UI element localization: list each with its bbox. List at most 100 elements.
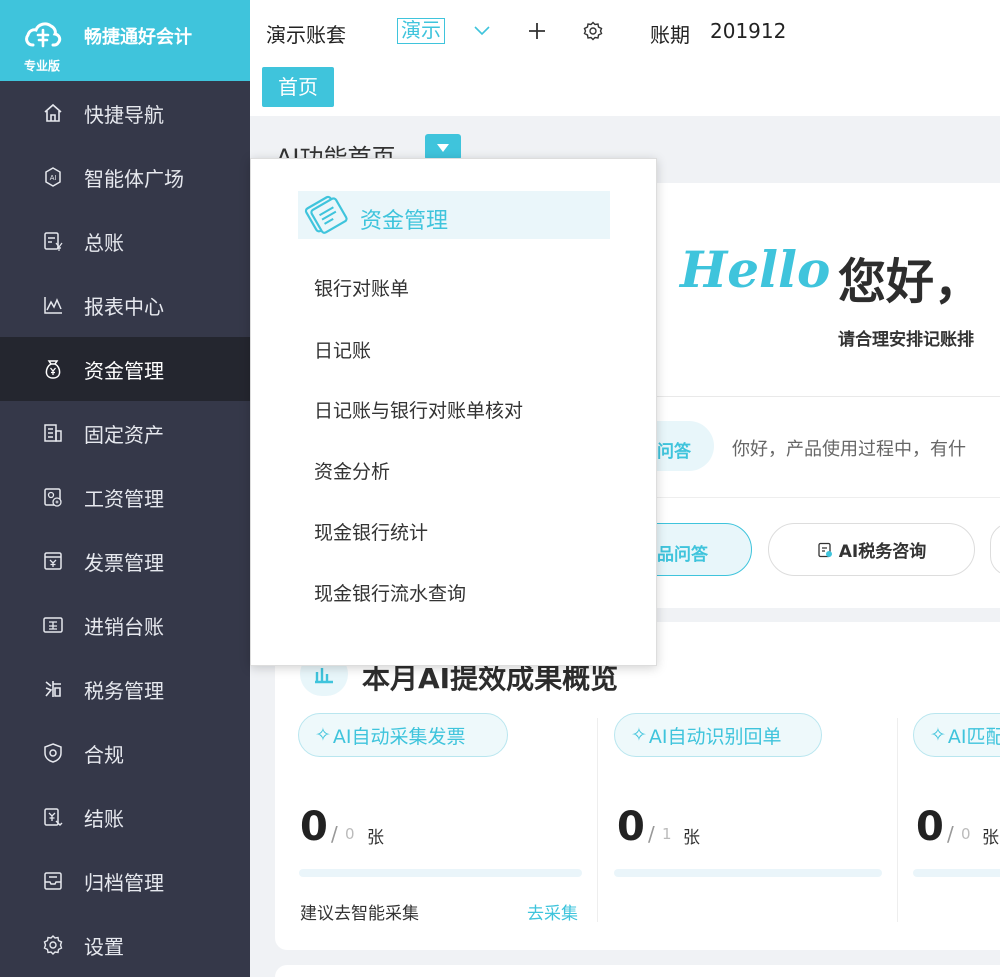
brand-logo[interactable]: 畅捷通好会计 专业版: [0, 0, 250, 81]
stat-total: 1: [662, 825, 672, 843]
progress-bar: [614, 869, 882, 877]
qa-pill-label: 问答: [657, 442, 691, 462]
sidebar-item-label: 合规: [84, 742, 124, 767]
next-card: [275, 965, 1000, 977]
stat-value: 0: [916, 804, 944, 850]
stat-total: 0: [345, 825, 355, 843]
salary-icon: [42, 486, 64, 508]
sidebar-item-archive[interactable]: 归档管理: [0, 849, 250, 913]
sidebar: 畅捷通好会计 专业版 快捷导航 AI 智能体广场 总账 报表中心 资金管理 固定…: [0, 0, 250, 977]
sidebar-item-inventory[interactable]: 进销台账: [0, 593, 250, 657]
sidebar-item-label: 总账: [84, 230, 124, 255]
sidebar-item-closing[interactable]: 结账: [0, 785, 250, 849]
svg-text:AI: AI: [50, 175, 57, 182]
sidebar-item-salary[interactable]: 工资管理: [0, 465, 250, 529]
stat-unit: 张: [683, 828, 700, 848]
gear-icon[interactable]: [583, 21, 603, 41]
sidebar-item-label: 发票管理: [84, 550, 164, 575]
ai-tax-consult-button[interactable]: AI税务咨询: [768, 523, 975, 576]
stat-value: 0: [300, 804, 328, 850]
column-divider: [597, 718, 598, 922]
stat-total: 0: [961, 825, 971, 843]
sidebar-item-tax[interactable]: 税务管理: [0, 657, 250, 721]
home-icon: [42, 102, 64, 124]
shield-icon: [42, 742, 64, 764]
hero-subtitle: 请合理安排记账排: [838, 330, 974, 350]
sidebar-item-fund-management[interactable]: 资金管理: [0, 337, 250, 401]
document-ai-icon: [818, 542, 832, 557]
sidebar-item-label: 快捷导航: [84, 102, 164, 127]
result-tag-label: AI匹配: [947, 725, 1000, 748]
sidebar-item-report-center[interactable]: 报表中心: [0, 273, 250, 337]
account-tag: 演示: [397, 18, 445, 44]
period-label: 账期: [650, 23, 690, 47]
progress-bar: [299, 869, 582, 877]
chevron-down-icon[interactable]: [472, 24, 492, 38]
go-collect-link[interactable]: 去采集: [527, 899, 578, 924]
chart-icon: [42, 294, 64, 316]
sidebar-item-label: 资金管理: [84, 358, 164, 383]
brand-edition: 专业版: [24, 59, 61, 73]
tax-icon: [42, 678, 64, 700]
tab-bar: 首页: [250, 60, 1000, 116]
result-tag-label: AI自动识别回单: [648, 725, 782, 748]
stat-value: 0: [617, 804, 645, 850]
stat-slash: /: [648, 822, 655, 846]
period-value[interactable]: 201912: [710, 19, 786, 43]
tab-home[interactable]: 首页: [262, 67, 334, 107]
submenu-item-reconciliation[interactable]: 日记账与银行对账单核对: [314, 396, 523, 423]
submenu-title: 资金管理: [360, 209, 449, 234]
top-bar: 演示账套 演示 账期 201912: [250, 0, 1000, 60]
column-divider: [897, 718, 898, 922]
submenu-item-journal[interactable]: 日记账: [314, 336, 371, 363]
result-tag-ai-match[interactable]: ✧ AI匹配: [913, 713, 1000, 757]
result-tag-label: AI自动采集发票: [332, 725, 466, 748]
sidebar-item-settings[interactable]: 设置: [0, 913, 250, 977]
brand-name: 畅捷通好会计: [84, 27, 192, 48]
money-bag-icon: [42, 358, 64, 380]
caret-down-icon: [437, 144, 449, 152]
suggestion-text: 建议去智能采集: [300, 904, 419, 924]
hello-text: Hello: [680, 240, 831, 299]
fund-management-submenu: 资金管理 银行对账单 日记账 日记账与银行对账单核对 资金分析 现金银行统计 现…: [250, 158, 657, 666]
sparkle-icon: ✧: [315, 724, 331, 746]
sidebar-item-label: 报表中心: [84, 294, 164, 319]
submenu-header: 资金管理: [298, 191, 610, 239]
page-switch-button[interactable]: [425, 134, 461, 160]
ai-icon: AI: [42, 166, 64, 188]
submenu-item-cash-bank-flow-query[interactable]: 现金银行流水查询: [314, 579, 466, 606]
stat-slash: /: [947, 822, 954, 846]
sidebar-item-label: 设置: [84, 934, 124, 959]
stat-unit: 张: [982, 828, 999, 848]
cloud-logo-icon: [25, 22, 62, 48]
sidebar-item-quick-nav[interactable]: 快捷导航: [0, 81, 250, 145]
archive-icon: [42, 870, 64, 892]
submenu-item-fund-analysis[interactable]: 资金分析: [314, 457, 390, 484]
result-tag-recognize-receipt[interactable]: ✧ AI自动识别回单: [614, 713, 822, 757]
submenu-item-cash-bank-stats[interactable]: 现金银行统计: [314, 518, 428, 545]
stat-slash: /: [331, 822, 338, 846]
divider: [620, 497, 1000, 498]
inventory-icon: [42, 614, 64, 636]
sidebar-item-general-ledger[interactable]: 总账: [0, 209, 250, 273]
closing-icon: [42, 806, 64, 828]
plus-icon[interactable]: [527, 21, 547, 41]
sidebar-item-invoice[interactable]: 发票管理: [0, 529, 250, 593]
invoice-icon: [42, 550, 64, 572]
sidebar-item-label: 固定资产: [84, 422, 164, 447]
product-qa-button-label: 品问答: [657, 545, 708, 565]
sidebar-item-fixed-assets[interactable]: 固定资产: [0, 401, 250, 465]
submenu-item-bank-statement[interactable]: 银行对账单: [314, 274, 409, 301]
sidebar-item-label: 进销台账: [84, 614, 164, 639]
result-tag-collect-invoice[interactable]: ✧ AI自动采集发票: [298, 713, 508, 757]
ai-tax-consult-label: AI税务咨询: [838, 542, 927, 562]
sidebar-item-agent-square[interactable]: AI 智能体广场: [0, 145, 250, 209]
sidebar-item-compliance[interactable]: 合规: [0, 721, 250, 785]
sidebar-item-label: 归档管理: [84, 870, 164, 895]
stat-unit: 张: [367, 828, 384, 848]
sidebar-item-label: 税务管理: [84, 678, 164, 703]
qa-hint-text[interactable]: 你好，产品使用过程中，有什: [732, 435, 966, 461]
account-set-name[interactable]: 演示账套: [266, 19, 346, 48]
gear-icon: [42, 934, 64, 956]
document-stack-icon: [304, 195, 348, 234]
